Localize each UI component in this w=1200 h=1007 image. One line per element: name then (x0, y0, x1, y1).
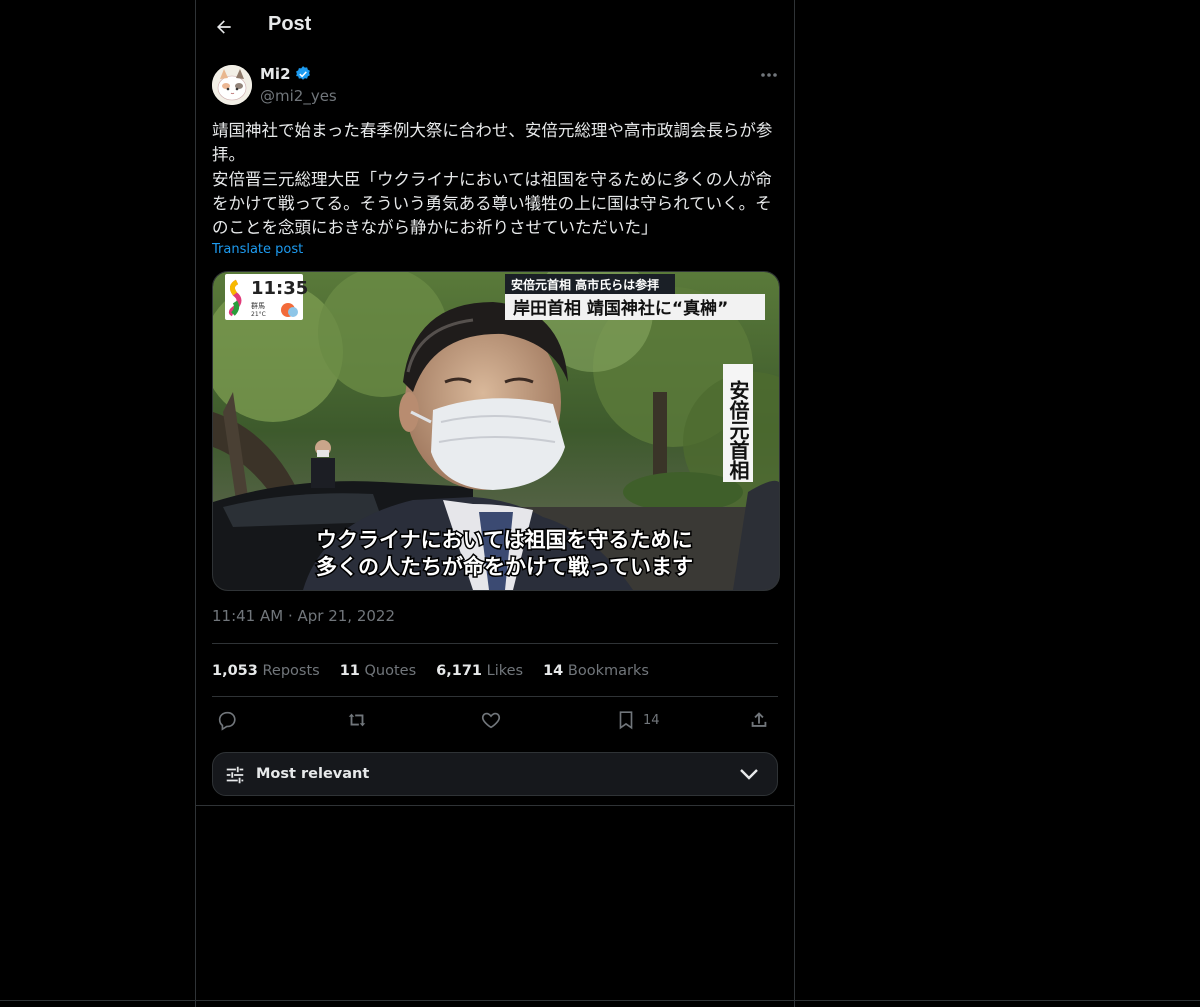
post-detail-column: Post Mi2 @mi2_yes 靖国神社で始まった春季例大祭に合わせ、安倍元… (195, 0, 795, 1007)
replies-sort-dropdown[interactable]: Most relevant (212, 752, 778, 796)
post-image[interactable]: 11:35 群馬 21°C 安倍元首相 高市氏らは参拝 岸田首相 靖国神社に“真… (212, 271, 780, 591)
cat-avatar-icon (212, 65, 252, 105)
weather-temp-text: 21°C (251, 311, 266, 318)
more-dots-icon (761, 73, 777, 77)
subtitle-line-1: ウクライナにおいては祖国を守るために (316, 528, 693, 552)
engagement-stats: 1,053 Reposts 11 Quotes 6,171 Likes 14 B… (212, 660, 649, 682)
translate-post-link[interactable]: Translate post (212, 242, 303, 257)
share-button[interactable] (748, 706, 770, 734)
share-icon (751, 712, 767, 727)
sliders-icon (226, 766, 244, 784)
repost-icon (348, 713, 366, 727)
more-options-button[interactable] (758, 64, 780, 86)
divider-top (212, 643, 778, 644)
bookmark-button[interactable]: 14 (615, 706, 660, 734)
quotes-stat[interactable]: 11 Quotes (340, 663, 416, 679)
reply-button[interactable] (216, 706, 238, 734)
post-text: 靖国神社で始まった春季例大祭に合わせ、安倍元総理や高市政調会長らが参拝。 安倍晋… (212, 121, 773, 238)
reply-icon (218, 711, 236, 731)
author-name[interactable]: Mi2 (260, 65, 312, 83)
author-display-name: Mi2 (260, 65, 291, 83)
divider-middle (212, 696, 778, 697)
like-button[interactable] (480, 706, 502, 734)
bookmarks-stat[interactable]: 14 Bookmarks (543, 663, 649, 679)
weather-region-text: 群馬 (251, 301, 265, 310)
headline-small-text: 安倍元首相 高市氏らは参拝 (511, 277, 659, 292)
column-end-divider (196, 805, 794, 806)
arrow-left-icon (217, 20, 231, 34)
reposts-stat[interactable]: 1,053 Reposts (212, 663, 320, 679)
bookmark-count: 14 (643, 712, 660, 728)
post-action-bar: 14 (212, 706, 778, 734)
clock-text: 11:35 (251, 278, 308, 299)
repost-button[interactable] (346, 706, 368, 734)
subtitle-line-2: 多くの人たちが命をかけて戦っています (316, 555, 693, 579)
post-timestamp[interactable]: 11:41 AM · Apr 21, 2022 (212, 607, 395, 625)
heart-icon (481, 712, 501, 729)
sort-label: Most relevant (256, 766, 370, 782)
bookmark-icon (619, 711, 633, 730)
page-title: Post (268, 13, 312, 35)
news-broadcast-still: 11:35 群馬 21°C 安倍元首相 高市氏らは参拝 岸田首相 靖国神社に“真… (213, 272, 779, 590)
name-caption-text: 安倍元首相 (726, 379, 750, 481)
headline-main-text: 岸田首相 靖国神社に“真榊” (513, 298, 728, 319)
chevron-down-icon (740, 769, 758, 780)
verified-badge-icon (295, 66, 310, 80)
likes-stat[interactable]: 6,171 Likes (436, 663, 523, 679)
avatar[interactable] (212, 65, 252, 105)
page-header: Post (196, 0, 794, 53)
author-handle[interactable]: @mi2_yes (260, 87, 337, 105)
back-button[interactable] (208, 11, 240, 43)
